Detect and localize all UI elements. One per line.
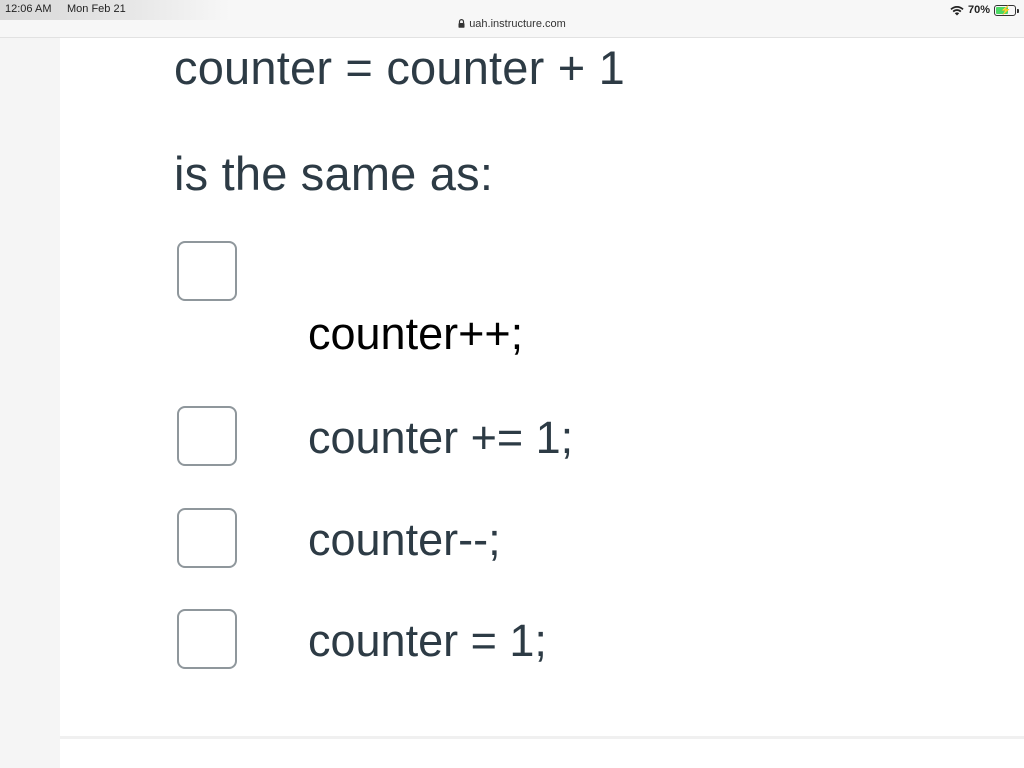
status-bar-left: 12:06 AM Mon Feb 21: [0, 0, 230, 20]
quiz-question-panel: counter = counter + 1 is the same as: co…: [60, 38, 1024, 768]
wifi-icon: [950, 5, 964, 16]
answer-label-3[interactable]: counter--;: [308, 514, 501, 566]
answer-checkbox-4[interactable]: [177, 609, 237, 669]
answer-label-1[interactable]: counter++;: [308, 308, 523, 360]
answer-label-2[interactable]: counter += 1;: [308, 412, 573, 464]
battery-percentage: 70%: [967, 4, 990, 16]
url-text: uah.instructure.com: [469, 18, 566, 30]
charging-bolt-icon: ⚡: [1000, 4, 1012, 15]
answer-checkbox-1[interactable]: [177, 241, 237, 301]
answer-checkbox-3[interactable]: [177, 508, 237, 568]
answer-checkbox-2[interactable]: [177, 406, 237, 466]
status-bar-right: 70% ⚡: [950, 3, 1019, 17]
battery-icon: ⚡: [994, 4, 1019, 16]
question-prompt: is the same as:: [174, 147, 494, 200]
question-code-line: counter = counter + 1: [174, 41, 625, 94]
divider: [60, 736, 1024, 739]
url-bar[interactable]: uah.instructure.com: [0, 18, 1024, 31]
lock-icon: [458, 19, 465, 31]
answer-label-4[interactable]: counter = 1;: [308, 615, 547, 667]
status-date: Mon Feb 21: [67, 3, 126, 15]
status-bar: 12:06 AM Mon Feb 21 70% ⚡ uah.instructur…: [0, 0, 1024, 38]
status-time: 12:06 AM: [5, 3, 52, 15]
